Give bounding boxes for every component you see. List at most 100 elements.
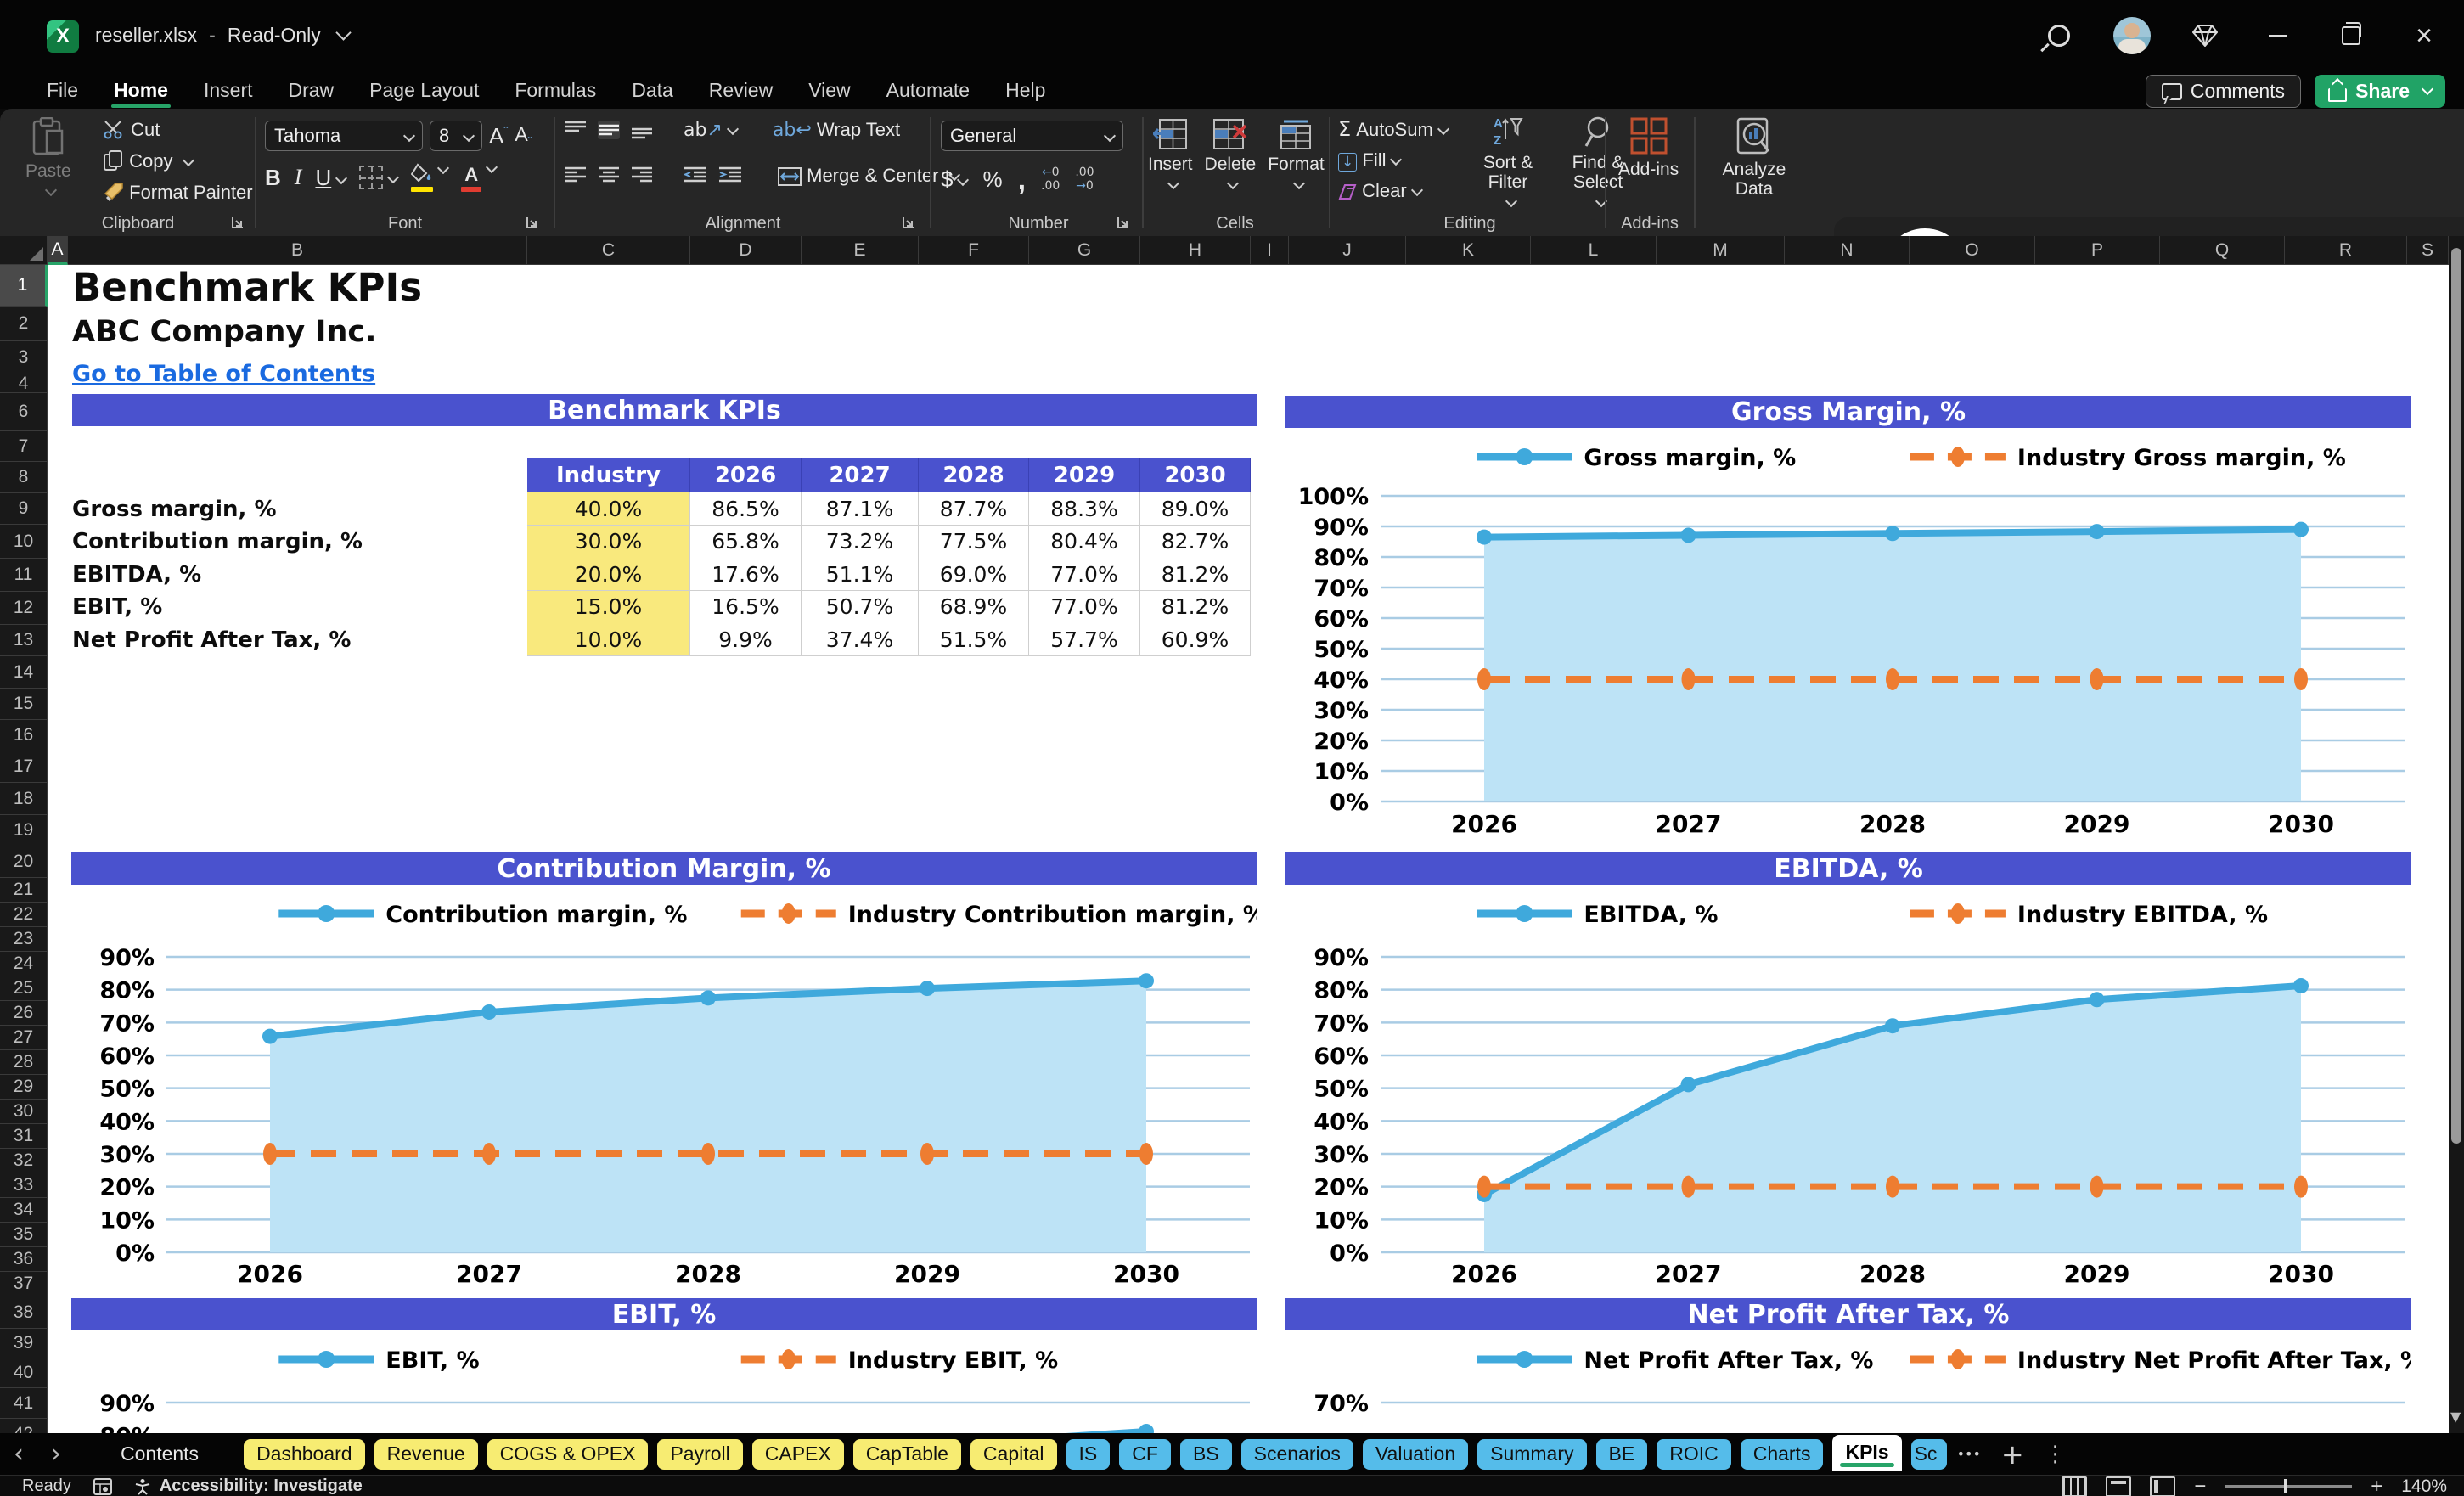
sheet-nav-left[interactable]: ‹ <box>0 1439 37 1469</box>
column-header-N[interactable]: N <box>1785 236 1910 265</box>
sheet-tab-sc[interactable]: Sc <box>1910 1438 1947 1470</box>
column-header-K[interactable]: K <box>1406 236 1531 265</box>
row-header-37[interactable]: 37 <box>0 1272 48 1296</box>
column-header-G[interactable]: G <box>1029 236 1140 265</box>
add-sheet-button[interactable]: + <box>1991 1438 2034 1471</box>
accessibility-status[interactable]: Accessibility: Investigate <box>134 1476 363 1496</box>
kpi-cell[interactable]: 50.7% <box>802 590 919 624</box>
kpi-cell[interactable]: 87.7% <box>919 492 1029 526</box>
kpi-cell[interactable]: 30.0% <box>527 525 690 559</box>
autosum-button[interactable]: Σ AutoSum <box>1338 117 1449 141</box>
ribbon-tab-formulas[interactable]: Formulas <box>497 72 614 109</box>
row-header-25[interactable]: 25 <box>0 976 48 1001</box>
percent-format-button[interactable]: % <box>982 166 1002 193</box>
sort-filter-button[interactable]: AZ Sort & Filter <box>1472 115 1544 208</box>
sheet-nav-right[interactable]: › <box>37 1439 75 1469</box>
kpi-cell[interactable]: 77.0% <box>1029 590 1140 624</box>
column-header-C[interactable]: C <box>527 236 690 265</box>
row-header-6[interactable]: 6 <box>0 393 48 431</box>
align-left-icon[interactable] <box>565 166 587 185</box>
page-break-view-button[interactable] <box>2150 1476 2176 1496</box>
copy-button[interactable]: Copy <box>104 150 253 172</box>
sheet-tab-summary[interactable]: Summary <box>1477 1438 1587 1470</box>
format-painter-button[interactable]: Format Painter <box>104 182 253 204</box>
row-header-35[interactable]: 35 <box>0 1223 48 1247</box>
paste-button[interactable]: Paste <box>25 117 71 197</box>
underline-button[interactable]: U <box>315 165 348 191</box>
ribbon-tab-data[interactable]: Data <box>614 72 691 109</box>
column-header-H[interactable]: H <box>1140 236 1251 265</box>
kpi-cell[interactable]: 15.0% <box>527 590 690 624</box>
row-header-38[interactable]: 38 <box>0 1296 48 1329</box>
row-header-21[interactable]: 21 <box>0 878 48 903</box>
ribbon-tab-review[interactable]: Review <box>691 72 790 109</box>
column-header-R[interactable]: R <box>2285 236 2407 265</box>
kpi-cell[interactable]: 80.4% <box>1029 525 1140 559</box>
row-header-20[interactable]: 20 <box>0 846 48 878</box>
kpi-cell[interactable]: 60.9% <box>1140 623 1251 656</box>
wrap-text-button[interactable]: ab↩ Wrap Text <box>773 119 900 141</box>
chart-ebitda[interactable]: EBITDA, % EBITDA, % Industry EBITDA, % 90% 8… <box>1285 852 2411 1296</box>
row-header-8[interactable]: 8 <box>0 462 48 493</box>
font-family-select[interactable]: Tahoma <box>265 121 423 151</box>
align-top-icon[interactable] <box>565 121 587 139</box>
bold-button[interactable]: B <box>265 165 281 191</box>
sheet-tab-capex[interactable]: CAPEX <box>751 1438 844 1470</box>
row-header-29[interactable]: 29 <box>0 1075 48 1100</box>
select-all-corner[interactable] <box>0 236 48 265</box>
kpi-cell[interactable]: 89.0% <box>1140 492 1251 526</box>
ribbon-tab-draw[interactable]: Draw <box>271 72 352 109</box>
sheet-tab-cogs-opex[interactable]: COGS & OPEX <box>487 1438 649 1470</box>
sheet-tab-contents[interactable]: Contents <box>100 1439 219 1470</box>
row-header-2[interactable]: 2 <box>0 307 48 341</box>
comments-button[interactable]: Comments <box>2145 75 2302 108</box>
clear-button[interactable]: Clear <box>1338 180 1448 202</box>
column-header-L[interactable]: L <box>1531 236 1657 265</box>
decrease-indent-icon[interactable] <box>684 166 707 185</box>
cut-button[interactable]: Cut <box>104 119 253 141</box>
fill-color-button[interactable] <box>410 161 450 192</box>
ribbon-tab-page-layout[interactable]: Page Layout <box>352 72 497 109</box>
kpi-cell[interactable]: 37.4% <box>802 623 919 656</box>
row-header-19[interactable]: 19 <box>0 815 48 846</box>
column-header-E[interactable]: E <box>802 236 919 265</box>
kpi-cell[interactable]: 16.5% <box>690 590 802 624</box>
sheet-tab-roic[interactable]: ROIC <box>1657 1438 1731 1470</box>
decrease-font-button[interactable]: Aˇ <box>515 123 532 149</box>
kpi-col-header[interactable]: 2030 <box>1140 458 1251 492</box>
number-dialog-launcher[interactable] <box>1116 215 1133 232</box>
ribbon-tab-file[interactable]: File <box>29 72 96 109</box>
scroll-down-arrow[interactable]: ▼ <box>2450 1409 2461 1425</box>
ribbon-tab-automate[interactable]: Automate <box>869 72 987 109</box>
vertical-scrollbar-thumb[interactable] <box>2451 248 2461 1144</box>
insert-cells-button[interactable]: Insert <box>1148 119 1193 190</box>
fill-button[interactable]: ↓ Fill <box>1338 149 1448 172</box>
column-header-I[interactable]: I <box>1251 236 1289 265</box>
chart-ebit[interactable]: EBIT, %EBIT, %Industry EBIT, %90%80%70%6… <box>71 1298 1257 1433</box>
kpi-cell[interactable]: 17.6% <box>690 558 802 591</box>
kpi-col-header[interactable]: 2028 <box>919 458 1029 492</box>
row-header-11[interactable]: 11 <box>0 559 48 592</box>
column-header-A[interactable]: A <box>48 236 68 265</box>
sheet-tab-be[interactable]: BE <box>1595 1438 1648 1470</box>
chart-gross[interactable]: Gross Margin, % Gross margin, % Industry G… <box>1285 396 2411 852</box>
italic-button[interactable]: I <box>295 165 302 190</box>
row-header-10[interactable]: 10 <box>0 525 48 559</box>
row-header-27[interactable]: 27 <box>0 1026 48 1050</box>
ribbon-tab-view[interactable]: View <box>790 72 868 109</box>
kpi-cell[interactable]: 81.2% <box>1140 590 1251 624</box>
row-header-1[interactable]: 1 <box>0 265 48 307</box>
zoom-level[interactable]: 140% <box>2401 1476 2447 1496</box>
zoom-out-button[interactable]: − <box>2194 1475 2206 1496</box>
normal-view-button[interactable] <box>2062 1476 2088 1496</box>
clipboard-dialog-launcher[interactable] <box>230 215 247 232</box>
zoom-slider-thumb[interactable] <box>2284 1479 2288 1493</box>
kpi-cell[interactable]: 20.0% <box>527 558 690 591</box>
page-layout-view-button[interactable] <box>2106 1476 2132 1496</box>
close-button[interactable]: × <box>2405 16 2444 55</box>
kpi-cell[interactable]: 77.5% <box>919 525 1029 559</box>
font-color-button[interactable]: A <box>461 160 498 192</box>
row-header-7[interactable]: 7 <box>0 431 48 462</box>
kpi-cell[interactable]: 81.2% <box>1140 558 1251 591</box>
chart-contrib[interactable]: Contribution Margin, % Contribution margi… <box>71 852 1257 1296</box>
